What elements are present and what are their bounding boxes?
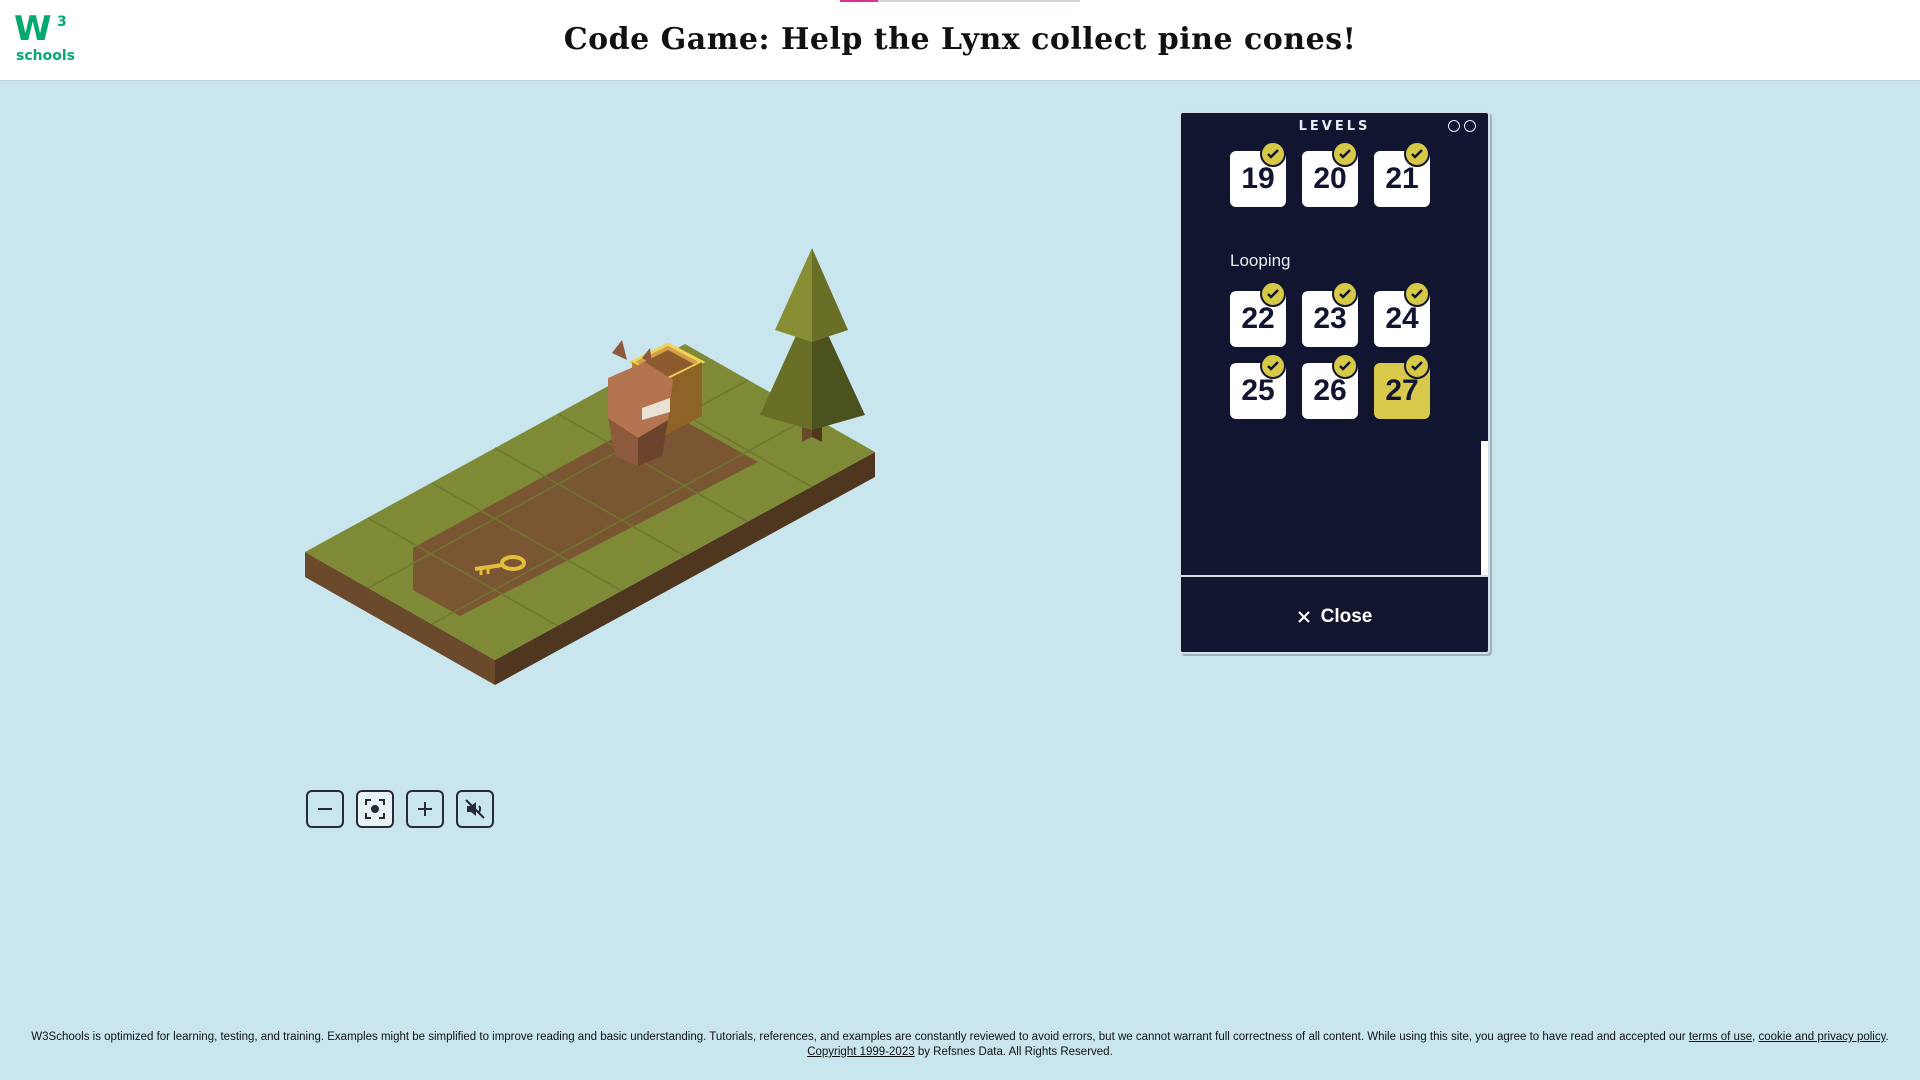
level-button[interactable]: 22 — [1230, 281, 1286, 347]
game-board[interactable] — [290, 230, 910, 690]
minus-icon — [318, 808, 332, 810]
top-header: W 3 schools Code Game: Help the Lynx col… — [0, 0, 1920, 81]
check-icon — [1332, 281, 1358, 307]
focus-icon — [365, 799, 385, 819]
check-icon — [1404, 353, 1430, 379]
zoom-out-button[interactable] — [306, 790, 344, 828]
circle-icon[interactable] — [1464, 120, 1476, 132]
check-icon — [1404, 141, 1430, 167]
level-number: 26 — [1313, 374, 1347, 407]
close-label: Close — [1320, 605, 1373, 627]
level-number: 25 — [1241, 374, 1275, 407]
mute-button[interactable] — [456, 790, 494, 828]
zoom-in-button[interactable] — [406, 790, 444, 828]
view-controls — [306, 790, 494, 828]
levels-panel-title: LEVELS — [1298, 119, 1371, 134]
level-button[interactable]: 25 — [1230, 353, 1286, 419]
level-row: 25 26 27 — [1230, 353, 1430, 419]
level-button[interactable]: 24 — [1374, 281, 1430, 347]
levels-panel: LEVELS 19 20 21 Looping 22 23 24 25 26 2… — [1179, 111, 1490, 654]
speaker-muted-icon — [465, 799, 485, 819]
level-number: 22 — [1241, 302, 1275, 335]
plus-icon — [418, 802, 432, 816]
level-number: 21 — [1385, 162, 1419, 195]
privacy-link[interactable]: cookie and privacy policy — [1759, 1031, 1886, 1043]
level-row: 19 20 21 — [1230, 141, 1430, 207]
check-icon — [1260, 141, 1286, 167]
close-icon — [1297, 610, 1310, 623]
pine-tree — [760, 248, 865, 442]
panel-window-controls — [1448, 120, 1476, 132]
footer-text: W3Schools is optimized for learning, tes… — [31, 1031, 1689, 1043]
level-button[interactable]: 23 — [1302, 281, 1358, 347]
copyright-link[interactable]: Copyright 1999-2023 — [807, 1046, 914, 1058]
page-footer: W3Schools is optimized for learning, tes… — [0, 1030, 1920, 1060]
check-icon — [1260, 281, 1286, 307]
level-number: 20 — [1313, 162, 1347, 195]
level-row: 22 23 24 — [1230, 281, 1430, 347]
level-number: 23 — [1313, 302, 1347, 335]
level-button[interactable]: 19 — [1230, 141, 1286, 207]
check-icon — [1332, 353, 1358, 379]
progress-track — [840, 0, 1080, 2]
level-button[interactable]: 26 — [1302, 353, 1358, 419]
level-button[interactable]: 21 — [1374, 141, 1430, 207]
check-icon — [1404, 281, 1430, 307]
scrollbar-thumb[interactable] — [1481, 141, 1488, 441]
check-icon — [1332, 141, 1358, 167]
level-number: 27 — [1385, 374, 1419, 407]
progress-fill — [840, 0, 879, 2]
recenter-button[interactable] — [356, 790, 394, 828]
section-label-looping: Looping — [1230, 251, 1291, 270]
check-icon — [1260, 353, 1286, 379]
circle-icon[interactable] — [1448, 120, 1460, 132]
terms-link[interactable]: terms of use — [1689, 1031, 1752, 1043]
copyright-tail: by Refsnes Data. All Rights Reserved. — [914, 1046, 1113, 1058]
close-button[interactable]: Close — [1181, 577, 1488, 652]
level-number: 19 — [1241, 162, 1275, 195]
level-button[interactable]: 20 — [1302, 141, 1358, 207]
footer-line-2: Copyright 1999-2023 by Refsnes Data. All… — [0, 1045, 1920, 1060]
level-button-current[interactable]: 27 — [1374, 353, 1430, 419]
levels-footer: Close — [1181, 575, 1488, 652]
level-number: 24 — [1385, 302, 1419, 335]
footer-period: . — [1885, 1031, 1889, 1043]
page-title: Code Game: Help the Lynx collect pine co… — [563, 22, 1357, 57]
footer-line-1: W3Schools is optimized for learning, tes… — [0, 1030, 1920, 1045]
